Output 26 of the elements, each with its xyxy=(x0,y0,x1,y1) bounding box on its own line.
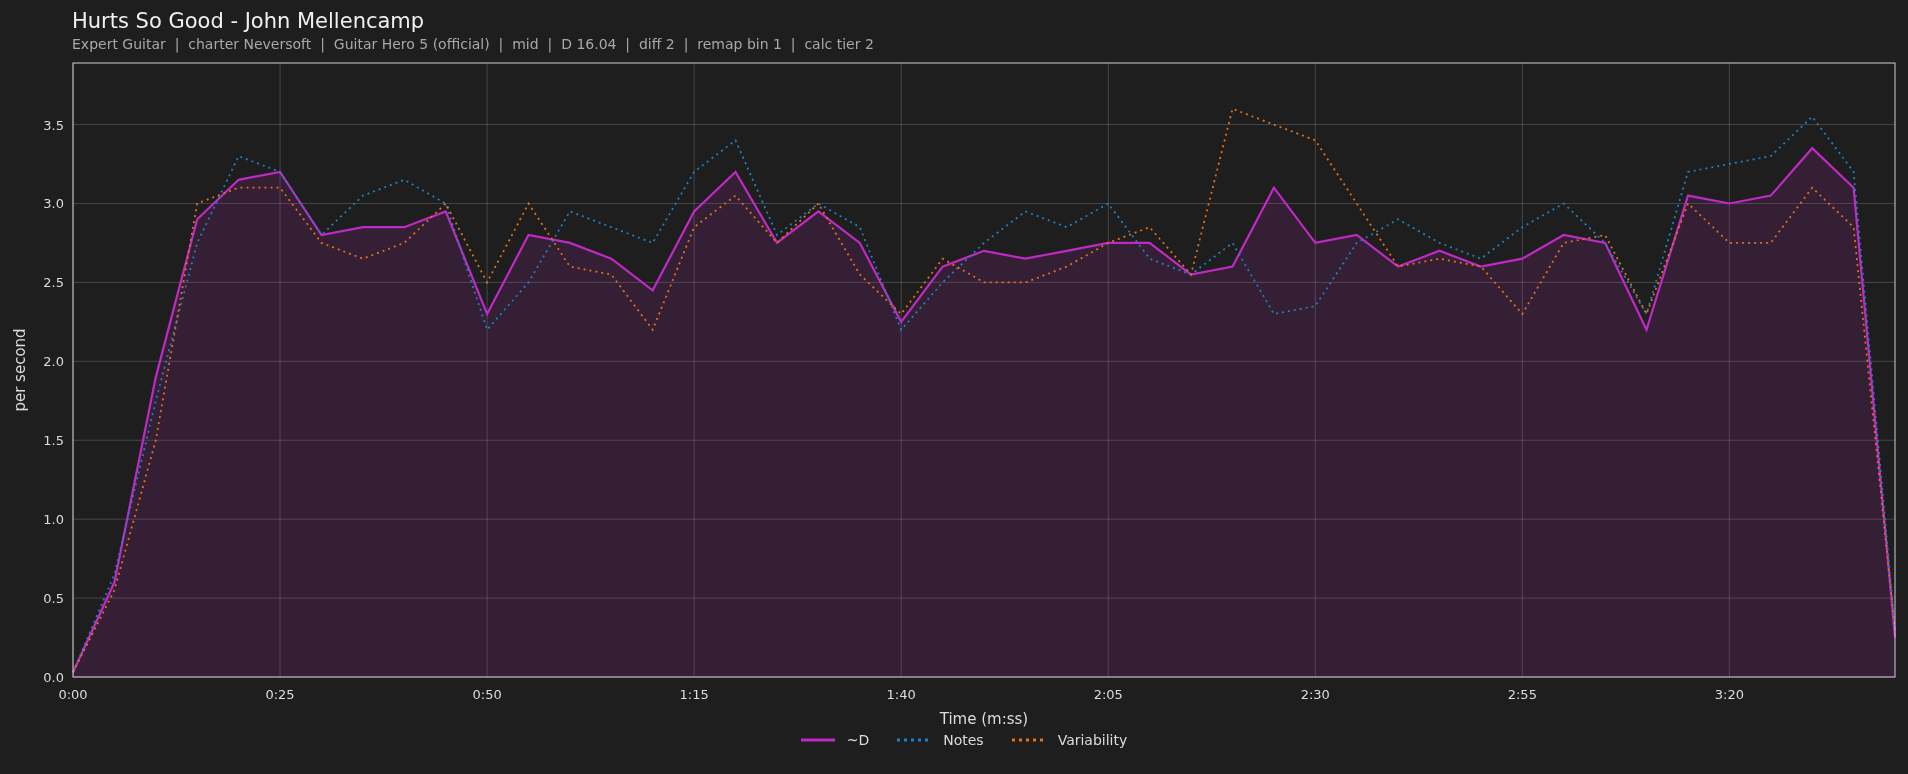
y-tick-label: 2.0 xyxy=(43,354,64,370)
x-tick-label: 0:25 xyxy=(265,687,295,702)
y-tick-label: 3.5 xyxy=(43,117,64,133)
legend-line-icon xyxy=(1011,738,1046,742)
y-tick-label: 3.0 xyxy=(43,196,64,212)
x-tick-label: 2:30 xyxy=(1300,687,1330,702)
y-tick-label: 2.5 xyxy=(43,275,64,291)
x-tick-label: 0:50 xyxy=(472,687,502,702)
legend-label: ~D xyxy=(846,732,870,748)
y-axis-label: per second xyxy=(11,328,29,412)
y-tick-label: 0.5 xyxy=(43,591,64,607)
y-tick-label: 1.0 xyxy=(43,512,64,528)
x-tick-label: 1:40 xyxy=(886,687,916,702)
chart-subtitle: Expert Guitar | charter Neversoft | Guitar Hero 5 (official) | mid | D 16.04 | diff 2 | remap bin 1 | calc tier 2 xyxy=(72,35,874,54)
legend-label: Notes xyxy=(943,732,984,748)
y-tick-label: 0.0 xyxy=(43,670,64,685)
y-tick-label: 1.5 xyxy=(43,433,64,449)
chart-title: Hurts So Good - John Mellencamp xyxy=(72,8,425,34)
x-tick-label: 2:05 xyxy=(1093,687,1123,702)
x-tick-label: 2:55 xyxy=(1507,687,1537,702)
x-tick-label: 1:15 xyxy=(679,687,709,702)
x-tick-label: 3:20 xyxy=(1714,687,1744,702)
legend-line-icon xyxy=(800,738,835,742)
x-tick-label: 0:00 xyxy=(58,687,88,702)
x-axis-label: Time (m:ss) xyxy=(939,710,1029,728)
legend-label: Variability xyxy=(1057,732,1128,748)
